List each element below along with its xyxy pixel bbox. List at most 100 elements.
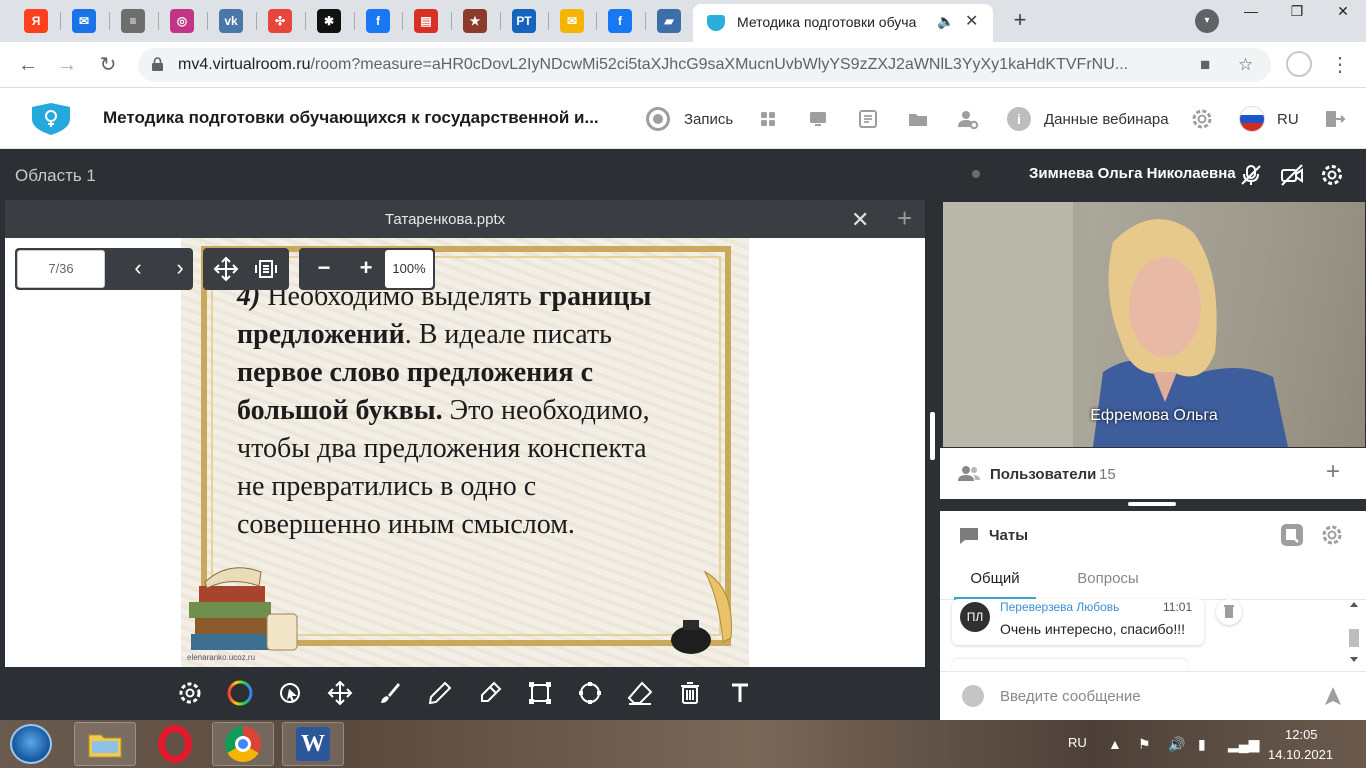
pinwheel-icon[interactable]: ✣ <box>268 9 292 33</box>
users-bar[interactable]: Пользователи 15 + <box>940 448 1366 499</box>
fit-page-icon[interactable] <box>253 256 279 282</box>
start-button[interactable] <box>10 724 52 764</box>
star-icon[interactable]: ★ <box>463 9 487 33</box>
bookmark-star-icon[interactable]: ☆ <box>1238 55 1253 75</box>
camera-icon[interactable]: ■ <box>1200 55 1210 75</box>
camera-off-icon[interactable] <box>1279 162 1305 188</box>
info-icon[interactable]: i <box>1007 107 1031 131</box>
chart-icon[interactable]: ▰ <box>657 9 681 33</box>
message-author[interactable]: Переверзева Любовь <box>1000 600 1119 614</box>
webinar-data-label[interactable]: Данные вебинара <box>1044 111 1169 128</box>
zoom-out-icon[interactable]: − <box>309 254 339 284</box>
restore-button[interactable]: ❐ <box>1274 0 1320 22</box>
tab-questions[interactable]: Вопросы <box>1066 563 1150 600</box>
bookmark-icon[interactable]: ▤ <box>414 9 438 33</box>
speaker-bar: Зимнева Ольга Николаевна <box>940 149 1366 200</box>
settings-gear-icon[interactable] <box>1190 107 1214 131</box>
back-icon[interactable]: ← <box>14 51 42 79</box>
prev-page-icon[interactable]: ‹ <box>123 254 153 284</box>
facebook-icon[interactable]: f <box>366 9 390 33</box>
profile-avatar[interactable] <box>1286 51 1312 77</box>
chat-message-input[interactable]: Введите сообщение <box>1000 688 1141 705</box>
tab-search-icon[interactable]: ▾ <box>1195 9 1219 33</box>
mic-muted-icon[interactable] <box>1238 162 1264 188</box>
rectangle-icon[interactable] <box>526 679 554 707</box>
add-user-icon[interactable]: + <box>1320 460 1346 486</box>
trash-icon[interactable] <box>676 679 704 707</box>
battery-icon[interactable]: ▮ <box>1198 736 1206 753</box>
network-icon[interactable]: ▂▄▆ <box>1228 736 1259 753</box>
text-tool-icon[interactable] <box>726 679 754 707</box>
color-picker-icon[interactable] <box>226 679 254 707</box>
exit-icon[interactable] <box>1322 107 1346 131</box>
chat-settings-icon[interactable] <box>1320 523 1344 547</box>
page-number-input[interactable]: 7/36 <box>17 250 105 288</box>
clock-date[interactable]: 14.10.2021 <box>1268 747 1333 762</box>
add-document-icon[interactable]: + <box>897 203 912 234</box>
close-document-icon[interactable]: ✕ <box>851 207 869 233</box>
send-icon[interactable] <box>1322 685 1344 707</box>
record-icon[interactable] <box>646 107 670 131</box>
move-icon[interactable] <box>326 679 354 707</box>
envelope-icon[interactable]: ✉ <box>560 9 584 33</box>
tab-general[interactable]: Общий <box>954 563 1036 600</box>
reload-icon[interactable]: ↻ <box>94 51 122 79</box>
window-close-button[interactable]: ✕ <box>1320 0 1366 22</box>
address-bar[interactable]: mv4.virtualroom.ru/room?measure=aHR0cDov… <box>138 48 1271 82</box>
facebook-icon[interactable]: f <box>608 9 632 33</box>
fit-width-icon[interactable] <box>213 256 239 282</box>
tab-close-icon[interactable]: ✕ <box>965 11 978 31</box>
opera-taskbar-button[interactable] <box>144 722 206 766</box>
virtualroom-logo <box>32 103 70 135</box>
brush-icon[interactable] <box>376 679 404 707</box>
notification-flag-icon[interactable]: ⚑ <box>1138 736 1151 753</box>
next-page-icon[interactable]: › <box>165 254 195 284</box>
new-tab-button[interactable]: + <box>1006 7 1034 35</box>
resize-grip[interactable] <box>1128 502 1176 506</box>
chat-tabs: Общий Вопросы <box>940 563 1366 600</box>
chat-scrollbar[interactable] <box>1348 599 1360 665</box>
emoji-icon[interactable] <box>962 685 984 707</box>
notes-icon[interactable] <box>856 107 880 131</box>
show-hidden-icons[interactable]: ▲ <box>1108 736 1122 752</box>
forward-icon[interactable]: → <box>53 51 81 79</box>
chrome-taskbar-button[interactable] <box>212 722 274 766</box>
yandex-icon[interactable]: Я <box>24 9 48 33</box>
vk-icon[interactable]: vk <box>219 9 243 33</box>
user-settings-icon[interactable] <box>956 107 980 131</box>
rt-icon[interactable]: РТ <box>512 9 536 33</box>
instagram-icon[interactable]: ◎ <box>170 9 194 33</box>
record-label[interactable]: Запись <box>684 111 733 128</box>
marker-icon[interactable] <box>476 679 504 707</box>
language-label[interactable]: RU <box>1277 111 1299 128</box>
zoom-level[interactable]: 100% <box>385 250 433 288</box>
volume-icon[interactable]: 🔊 <box>1168 736 1185 753</box>
clock-time[interactable]: 12:05 <box>1285 727 1318 742</box>
document-icon[interactable]: ≡ <box>121 9 145 33</box>
browser-menu-icon[interactable]: ⋮ <box>1330 52 1350 77</box>
pointer-icon[interactable] <box>276 679 304 707</box>
speaker-settings-icon[interactable] <box>1319 162 1345 188</box>
input-language[interactable]: RU <box>1068 735 1087 750</box>
screen-share-icon[interactable] <box>806 107 830 131</box>
russian-flag-icon[interactable] <box>1239 106 1265 132</box>
panel-splitter[interactable] <box>930 412 935 460</box>
draw-settings-icon[interactable] <box>176 679 204 707</box>
dzen-icon[interactable]: ✱ <box>317 9 341 33</box>
pencil-icon[interactable] <box>426 679 454 707</box>
audio-playing-icon[interactable]: 🔈 <box>937 13 954 30</box>
message-time: 11:01 <box>1163 600 1193 614</box>
chat-export-icon[interactable] <box>1280 523 1304 547</box>
explorer-taskbar-button[interactable] <box>74 722 136 766</box>
ellipse-icon[interactable] <box>576 679 604 707</box>
eraser-icon[interactable] <box>626 679 654 707</box>
layouts-icon[interactable] <box>756 107 780 131</box>
active-tab[interactable]: Методика подготовки обуча 🔈 ✕ <box>693 4 993 42</box>
minimize-button[interactable]: ― <box>1228 0 1274 22</box>
quill-inkwell-illustration <box>671 570 732 654</box>
zoom-in-icon[interactable]: + <box>351 254 381 284</box>
delete-message-icon[interactable] <box>1216 599 1242 625</box>
folder-icon[interactable] <box>906 107 930 131</box>
word-taskbar-button[interactable]: W <box>282 722 344 766</box>
mail-icon[interactable]: ✉ <box>72 9 96 33</box>
